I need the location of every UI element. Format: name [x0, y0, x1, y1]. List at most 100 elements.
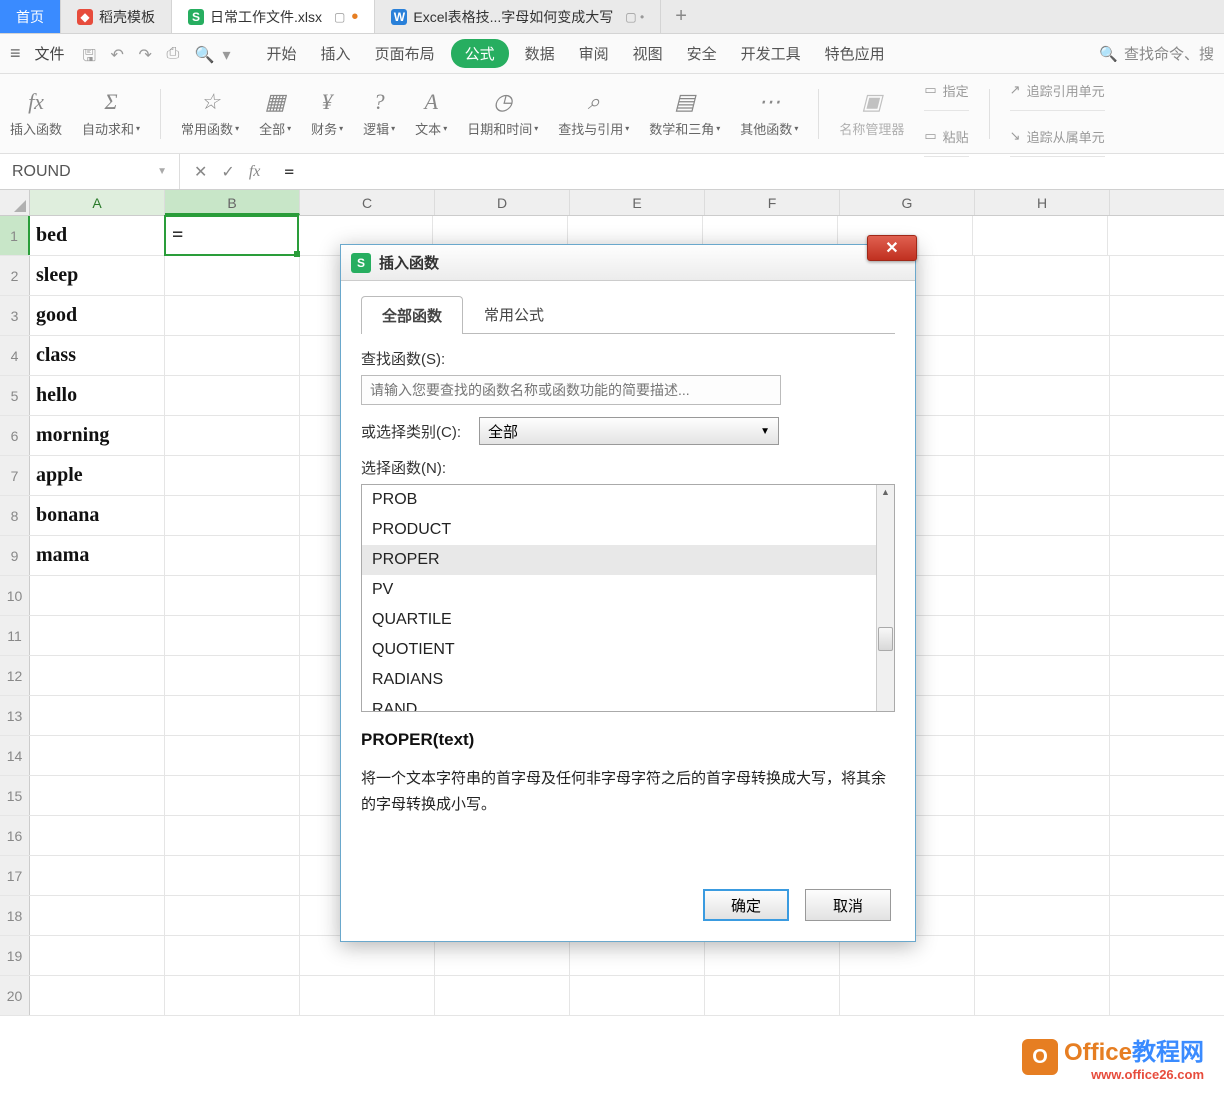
tab-workfile[interactable]: S日常工作文件.xlsx▢• [172, 0, 375, 33]
function-list-item[interactable]: RADIANS [362, 665, 894, 695]
cell[interactable] [30, 936, 165, 975]
cell[interactable] [30, 856, 165, 895]
cell[interactable]: class [30, 336, 165, 375]
fx-icon[interactable]: fx [249, 163, 261, 181]
row-header[interactable]: 20 [0, 976, 30, 1015]
ribbon-common-fn[interactable]: ☆常用函数▾ [181, 89, 239, 138]
col-header-c[interactable]: C [300, 190, 435, 215]
tab-exceldoc[interactable]: WExcel表格技...字母如何变成大写▢ • [375, 0, 661, 33]
cell[interactable] [705, 976, 840, 1015]
col-header-e[interactable]: E [570, 190, 705, 215]
cell[interactable] [975, 616, 1110, 655]
close-button[interactable]: ✕ [867, 235, 917, 261]
cell[interactable] [165, 976, 300, 1015]
file-menu[interactable]: 文件 [35, 43, 65, 64]
category-select[interactable]: 全部▼ [479, 417, 779, 445]
function-search-input[interactable] [361, 375, 781, 405]
ribbon-autosum[interactable]: Σ自动求和▾ [82, 89, 140, 138]
menu-review[interactable]: 审阅 [571, 39, 617, 68]
cell[interactable] [165, 616, 300, 655]
cell[interactable] [975, 536, 1110, 575]
tab-home[interactable]: 首页 [0, 0, 61, 33]
cell[interactable] [30, 896, 165, 935]
menu-security[interactable]: 安全 [679, 39, 725, 68]
row-header[interactable]: 8 [0, 496, 30, 535]
hamburger-icon[interactable]: ≡ [10, 43, 21, 64]
row-header[interactable]: 2 [0, 256, 30, 295]
cell[interactable]: apple [30, 456, 165, 495]
ribbon-datetime[interactable]: ◷日期和时间▾ [467, 89, 538, 138]
col-header-d[interactable]: D [435, 190, 570, 215]
row-header[interactable]: 18 [0, 896, 30, 935]
cell[interactable] [165, 896, 300, 935]
cell[interactable]: good [30, 296, 165, 335]
cell[interactable] [165, 336, 300, 375]
function-list-item[interactable]: PROPER [362, 545, 894, 575]
cell[interactable] [165, 456, 300, 495]
redo-icon[interactable]: ↷ [139, 45, 157, 63]
cell[interactable] [165, 736, 300, 775]
tab-common-formulas[interactable]: 常用公式 [463, 295, 565, 333]
function-list-item[interactable]: RAND [362, 695, 894, 712]
menu-data[interactable]: 数据 [517, 39, 563, 68]
cell[interactable] [975, 576, 1110, 615]
cell[interactable] [165, 816, 300, 855]
command-search[interactable]: 🔍查找命令、搜 [1099, 43, 1214, 64]
cell[interactable] [975, 256, 1110, 295]
cell[interactable] [973, 216, 1108, 255]
menu-formula[interactable]: 公式 [451, 39, 509, 68]
qat-dropdown-icon[interactable]: ▾ [223, 45, 241, 63]
cell[interactable] [30, 816, 165, 855]
col-header-a[interactable]: A [30, 190, 165, 215]
cell[interactable] [975, 896, 1110, 935]
cell[interactable] [975, 656, 1110, 695]
row-header[interactable]: 12 [0, 656, 30, 695]
cancel-formula-icon[interactable]: ✕ [194, 162, 207, 182]
scroll-thumb[interactable] [878, 627, 893, 651]
new-tab-button[interactable]: + [661, 0, 701, 33]
row-header[interactable]: 16 [0, 816, 30, 855]
scroll-up-icon[interactable]: ▲ [878, 487, 893, 502]
cell[interactable] [165, 536, 300, 575]
cell[interactable] [30, 736, 165, 775]
ok-button[interactable]: 确定 [703, 889, 789, 921]
cell[interactable] [165, 656, 300, 695]
row-header[interactable]: 14 [0, 736, 30, 775]
ribbon-logic[interactable]: ?逻辑▾ [363, 89, 395, 138]
menu-special[interactable]: 特色应用 [817, 39, 893, 68]
accept-formula-icon[interactable]: ✓ [221, 162, 234, 182]
cell[interactable] [975, 816, 1110, 855]
ribbon-insert-function[interactable]: fx插入函数 [10, 89, 62, 138]
select-all-corner[interactable] [0, 190, 30, 215]
menu-pagelayout[interactable]: 页面布局 [367, 39, 443, 68]
ribbon-all-fn[interactable]: ▦全部▾ [259, 89, 291, 138]
cell[interactable]: morning [30, 416, 165, 455]
cell[interactable]: bed [30, 216, 165, 255]
cell[interactable] [30, 696, 165, 735]
cell[interactable] [165, 296, 300, 335]
cell[interactable] [300, 976, 435, 1015]
row-header[interactable]: 9 [0, 536, 30, 575]
cell[interactable] [975, 976, 1110, 1015]
cell[interactable] [30, 976, 165, 1015]
menu-view[interactable]: 视图 [625, 39, 671, 68]
cell[interactable] [30, 656, 165, 695]
row-header[interactable]: 1 [0, 216, 30, 255]
print-icon[interactable]: ⎙ [167, 45, 185, 63]
tab-all-functions[interactable]: 全部函数 [361, 296, 463, 334]
cell[interactable]: mama [30, 536, 165, 575]
cell[interactable] [975, 776, 1110, 815]
cell[interactable] [975, 296, 1110, 335]
menu-start[interactable]: 开始 [259, 39, 305, 68]
cell[interactable] [975, 736, 1110, 775]
ribbon-other[interactable]: ⋯其他函数▾ [740, 89, 798, 138]
function-list[interactable]: PROBPRODUCTPROPERPVQUARTILEQUOTIENTRADIA… [361, 484, 895, 712]
function-list-item[interactable]: QUOTIENT [362, 635, 894, 665]
ribbon-trace-precedents[interactable]: ↗追踪引用单元 [1010, 71, 1105, 111]
cell[interactable] [840, 976, 975, 1015]
cell[interactable] [570, 976, 705, 1015]
save-icon[interactable]: 🖫 [83, 45, 101, 63]
cell[interactable] [975, 936, 1110, 975]
cell[interactable] [165, 936, 300, 975]
ribbon-text[interactable]: A文本▾ [415, 89, 447, 138]
